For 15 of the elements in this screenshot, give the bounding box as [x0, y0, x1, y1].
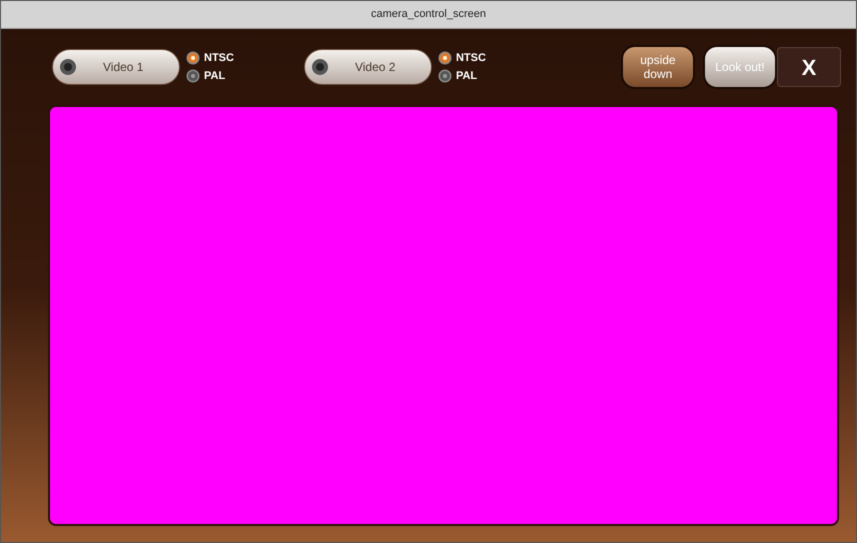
toggle-button[interactable]: upside down — [620, 45, 695, 89]
video-source-button[interactable]: Video 1 — [52, 49, 180, 85]
format-label: NTSC — [456, 50, 486, 66]
radio-icon[interactable] — [186, 50, 200, 65]
close-button[interactable]: X — [776, 47, 841, 87]
lens-icon — [59, 58, 77, 76]
window-title: camera_control_screen — [371, 7, 486, 22]
video-source-button[interactable]: Video 2 — [304, 49, 432, 85]
radio-icon[interactable] — [438, 50, 452, 65]
radio-icon[interactable] — [438, 69, 452, 84]
radio-icon[interactable] — [186, 69, 200, 84]
format-label: PAL — [456, 69, 478, 84]
format-label: PAL — [204, 69, 226, 84]
format-label: NTSC — [204, 50, 234, 66]
lens-icon — [310, 58, 329, 76]
